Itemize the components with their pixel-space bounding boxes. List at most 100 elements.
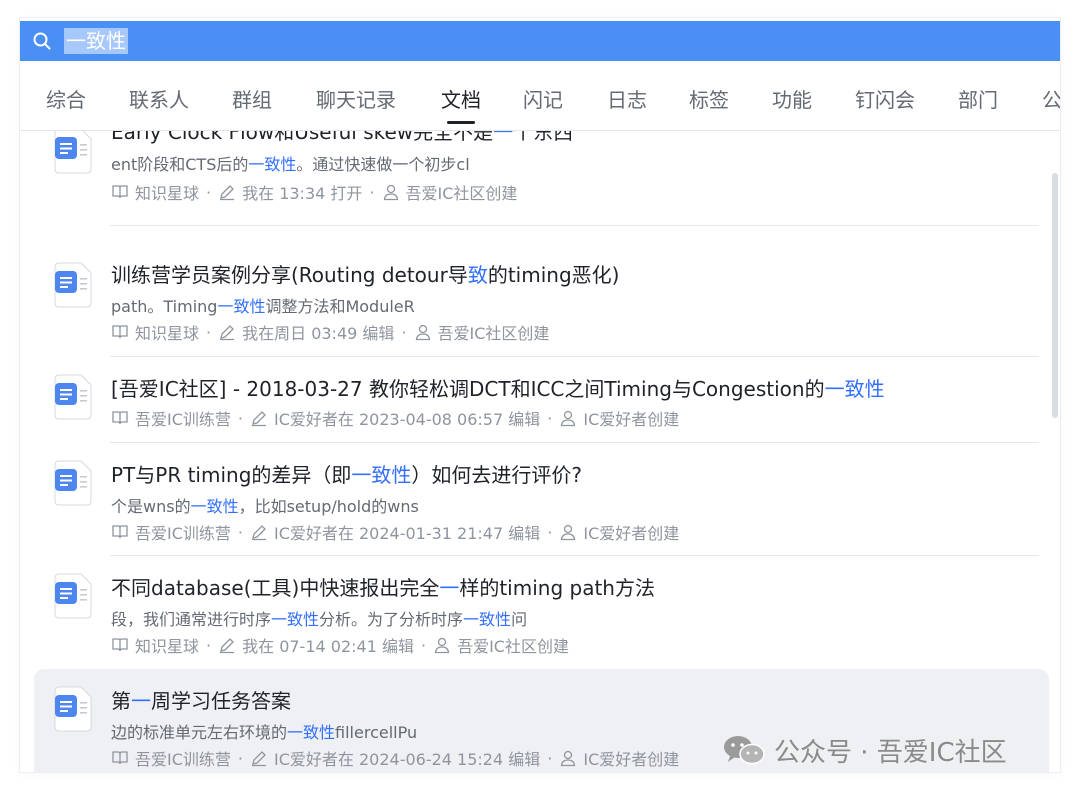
result-snippet: 个是wns的一致性，比如setup/hold的wns bbox=[111, 493, 419, 517]
person-icon bbox=[561, 410, 576, 427]
book-icon bbox=[112, 638, 128, 652]
result-item[interactable]: Early Clock Flow和Useful skew完全不是一个东西 ent… bbox=[34, 131, 1049, 226]
result-activity: 我在周日 03:49 编辑 bbox=[242, 324, 395, 343]
tab-functions[interactable]: 功能 bbox=[772, 84, 812, 113]
snippet-match: 一致性 bbox=[248, 155, 297, 174]
doc-icon bbox=[54, 460, 92, 506]
snippet-text: ，比如setup/hold的wns bbox=[238, 497, 419, 516]
watermark: 公众号 · 吾爱IC社区 bbox=[722, 730, 1007, 770]
category-tabs: 综合 联系人 群组 聊天记录 文档 闪记 日志 标签 功能 钉闪会 部门 公 bbox=[20, 76, 1060, 120]
snippet-match: 一致性 bbox=[217, 297, 266, 316]
pencil-icon bbox=[220, 638, 235, 654]
pencil-icon bbox=[220, 185, 235, 201]
result-source: 吾爱IC训练营 bbox=[135, 524, 231, 543]
title-text: PT与PR timing的差异（即 bbox=[111, 463, 352, 487]
search-window: 一致性 综合 联系人 群组 聊天记录 文档 闪记 日志 标签 功能 钉闪会 部门… bbox=[20, 18, 1060, 772]
book-icon bbox=[112, 185, 128, 199]
result-snippet: path。Timing一致性调整方法和ModuleR bbox=[111, 293, 415, 317]
title-text: ）如何去进行评价? bbox=[411, 463, 583, 487]
result-meta: 吾爱IC训练营 · IC爱好者在 2024-01-31 21:47 编辑 · IC爱… bbox=[111, 520, 679, 544]
person-icon bbox=[415, 324, 430, 341]
title-text: 个东西 bbox=[513, 131, 574, 144]
tab-documents[interactable]: 文档 bbox=[441, 84, 481, 113]
snippet-text: 段，我们通常进行时序 bbox=[111, 610, 272, 629]
title-match: 一 bbox=[493, 131, 514, 144]
doc-icon bbox=[54, 131, 92, 174]
scrollbar-thumb[interactable] bbox=[1052, 173, 1058, 418]
result-creator: IC爱好者创建 bbox=[583, 750, 680, 769]
title-text: 的timing恶化) bbox=[487, 263, 620, 287]
book-icon bbox=[112, 411, 128, 425]
tab-logs[interactable]: 日志 bbox=[607, 84, 647, 113]
result-snippet: 段，我们通常进行时序一致性分析。为了分析时序一致性问 bbox=[111, 606, 527, 630]
result-meta: 知识星球 · 我在周日 03:49 编辑 · 吾爱IC社区创建 bbox=[111, 320, 549, 344]
result-source: 知识星球 bbox=[135, 324, 200, 343]
doc-icon bbox=[54, 374, 92, 420]
snippet-text: 分析。为了分析时序 bbox=[319, 610, 464, 629]
result-creator: 吾爱IC社区创建 bbox=[457, 637, 569, 656]
search-icon bbox=[33, 32, 51, 50]
tab-chat-history[interactable]: 聊天记录 bbox=[316, 84, 396, 113]
tab-tags[interactable]: 标签 bbox=[689, 84, 729, 113]
tab-all[interactable]: 综合 bbox=[46, 84, 86, 113]
tab-more-cut[interactable]: 公 bbox=[1042, 84, 1060, 113]
tab-meetings[interactable]: 钉闪会 bbox=[855, 84, 915, 113]
snippet-text: 个是wns的 bbox=[111, 497, 191, 516]
search-bar[interactable]: 一致性 bbox=[20, 21, 1060, 61]
result-snippet: 边的标准单元左右环境的一致性fillercellPu bbox=[111, 719, 417, 743]
result-creator: 吾爱IC社区创建 bbox=[437, 324, 550, 343]
snippet-match: 一致性 bbox=[271, 610, 320, 629]
title-match: 致 bbox=[467, 263, 488, 287]
result-snippet: ent阶段和CTS后的一致性。通过快速做一个初步cl bbox=[111, 151, 470, 175]
title-match: 一 bbox=[131, 689, 151, 713]
snippet-text: 调整方法和ModuleR bbox=[265, 297, 415, 316]
title-text: 周学习任务答案 bbox=[151, 689, 291, 713]
snippet-text: 。通过快速做一个初步cl bbox=[296, 155, 470, 174]
result-source: 知识星球 bbox=[135, 637, 200, 656]
result-activity: IC爱好者在 2024-06-24 15:24 编辑 bbox=[274, 750, 541, 769]
title-text: Early Clock Flow和Useful skew完全不是 bbox=[111, 131, 494, 144]
book-icon bbox=[112, 325, 128, 339]
title-text: 第 bbox=[111, 689, 131, 713]
snippet-match: 一致性 bbox=[287, 723, 336, 742]
result-creator: 吾爱IC社区创建 bbox=[405, 184, 518, 203]
snippet-text: 边的标准单元左右环境的 bbox=[111, 723, 288, 742]
result-creator: IC爱好者创建 bbox=[583, 410, 680, 429]
pencil-icon bbox=[252, 411, 266, 427]
snippet-text: fillercellPu bbox=[335, 723, 418, 742]
result-item[interactable]: [吾爱IC社区] - 2018-03-27 教你轻松调DCT和ICC之间Timi… bbox=[34, 357, 1049, 443]
pencil-icon bbox=[252, 751, 266, 767]
result-meta: 吾爱IC训练营 · IC爱好者在 2023-04-08 06:57 编辑 · IC爱… bbox=[111, 406, 679, 430]
result-item[interactable]: PT与PR timing的差异（即一致性）如何去进行评价? 个是wns的一致性，… bbox=[34, 443, 1049, 556]
person-icon bbox=[561, 524, 576, 541]
snippet-match: 一致性 bbox=[463, 610, 512, 629]
result-activity: IC爱好者在 2023-04-08 06:57 编辑 bbox=[274, 410, 541, 429]
result-activity: IC爱好者在 2024-01-31 21:47 编辑 bbox=[274, 524, 541, 543]
result-item[interactable]: 训练营学员案例分享(Routing detour导致的timing恶化) pat… bbox=[34, 226, 1049, 357]
book-icon bbox=[112, 751, 128, 765]
result-title: PT与PR timing的差异（即一致性）如何去进行评价? bbox=[111, 459, 582, 488]
active-tab-indicator bbox=[447, 121, 475, 124]
tab-groups[interactable]: 群组 bbox=[232, 84, 272, 113]
pencil-icon bbox=[252, 525, 266, 541]
person-icon bbox=[383, 184, 398, 201]
result-activity: 我在 13:34 打开 bbox=[242, 184, 363, 203]
watermark-text: 公众号 · 吾爱IC社区 bbox=[774, 737, 1007, 768]
result-item[interactable]: 不同database(工具)中快速报出完全一样的timing path方法 段，… bbox=[34, 556, 1049, 669]
result-source: 知识星球 bbox=[135, 184, 200, 203]
search-input[interactable]: 一致性 bbox=[64, 28, 128, 54]
tab-flash-notes[interactable]: 闪记 bbox=[523, 84, 563, 113]
result-title: 不同database(工具)中快速报出完全一样的timing path方法 bbox=[111, 572, 655, 601]
tab-departments[interactable]: 部门 bbox=[958, 84, 998, 113]
person-icon bbox=[434, 637, 450, 654]
title-text: [吾爱IC社区] - 2018-03-27 教你轻松调DCT和ICC之间Timi… bbox=[111, 377, 825, 401]
result-title: 第一周学习任务答案 bbox=[111, 685, 291, 714]
result-title: Early Clock Flow和Useful skew完全不是一个东西 bbox=[111, 131, 573, 145]
tab-contacts[interactable]: 联系人 bbox=[129, 84, 189, 113]
result-creator: IC爱好者创建 bbox=[583, 524, 680, 543]
title-text: 训练营学员案例分享(Routing detour导 bbox=[111, 263, 468, 287]
title-text: 样的timing path方法 bbox=[459, 576, 655, 600]
results-list: Early Clock Flow和Useful skew完全不是一个东西 ent… bbox=[20, 131, 1060, 772]
result-title: 训练营学员案例分享(Routing detour导致的timing恶化) bbox=[111, 259, 619, 288]
person-icon bbox=[561, 750, 576, 767]
